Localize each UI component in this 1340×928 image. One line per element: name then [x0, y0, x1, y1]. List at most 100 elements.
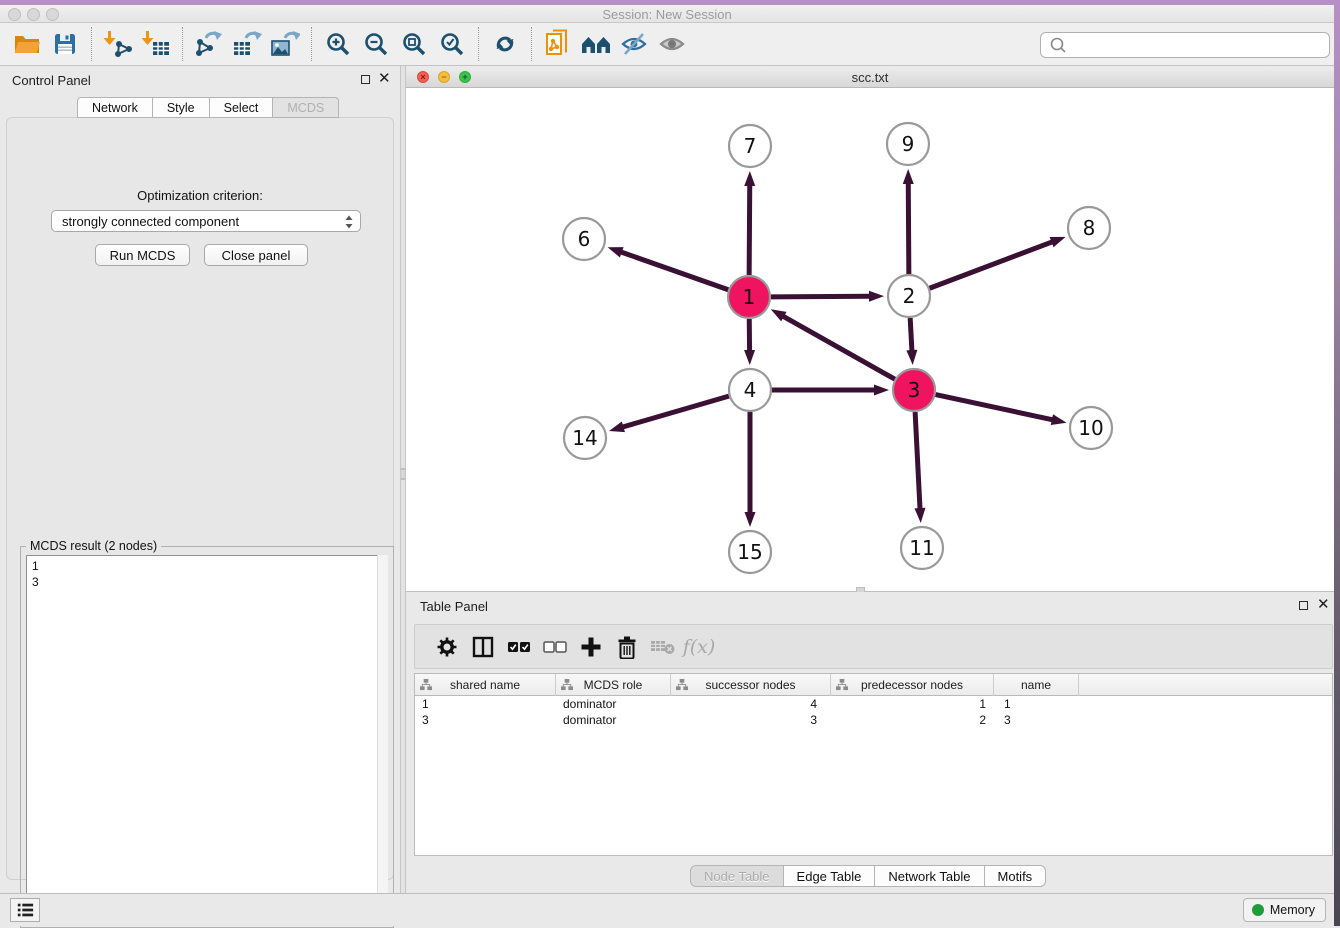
- node-label: 7: [744, 134, 757, 158]
- tab-network-table[interactable]: Network Table: [875, 865, 984, 887]
- graph-edge-1-7[interactable]: [749, 184, 750, 275]
- splitter-grip[interactable]: [401, 468, 405, 480]
- export-network-button[interactable]: [190, 26, 228, 62]
- zoom-in-button[interactable]: [319, 26, 357, 62]
- column-header-name[interactable]: name: [994, 674, 1079, 696]
- tab-node-table[interactable]: Node Table: [690, 865, 784, 887]
- graph-node-14[interactable]: 14: [564, 417, 606, 459]
- cell-shared-name[interactable]: 1: [415, 696, 556, 712]
- node-label: 1: [743, 285, 756, 309]
- network-graph[interactable]: 7 9 6 8 1 2 4 3 14 10 15 11: [406, 88, 1334, 592]
- show-columns-button[interactable]: [465, 630, 501, 664]
- table-settings-button[interactable]: [429, 630, 465, 664]
- column-header-shared-name[interactable]: shared name: [415, 674, 556, 696]
- graph-edge-1-6[interactable]: [620, 252, 728, 290]
- cell-predecessor-nodes[interactable]: 1: [831, 696, 994, 712]
- graph-node-6[interactable]: 6: [563, 218, 605, 260]
- cell-name[interactable]: 1: [994, 696, 1079, 712]
- tab-style[interactable]: Style: [153, 97, 210, 118]
- graph-node-8[interactable]: 8: [1068, 207, 1110, 249]
- cell-shared-name[interactable]: 3: [415, 712, 556, 728]
- graph-node-10[interactable]: 10: [1070, 407, 1112, 449]
- graph-edge-3-10[interactable]: [936, 395, 1054, 420]
- cell-name[interactable]: 3: [994, 712, 1079, 728]
- houses-icon: [580, 32, 612, 56]
- close-panel-icon[interactable]: ✕: [378, 70, 391, 88]
- task-history-button[interactable]: [10, 898, 40, 922]
- table-panel: Table Panel ✕: [406, 592, 1334, 893]
- tab-motifs[interactable]: Motifs: [985, 865, 1047, 887]
- graph-edge-3-11[interactable]: [915, 412, 920, 510]
- tab-network[interactable]: Network: [77, 97, 153, 118]
- hide-selected-button[interactable]: [615, 26, 653, 62]
- table-tabs: Node Table Edge Table Network Table Moti…: [690, 865, 1046, 887]
- graph-edge-3-1[interactable]: [782, 316, 895, 380]
- cell-predecessor-nodes[interactable]: 2: [831, 712, 994, 728]
- graph-node-15[interactable]: 15: [729, 531, 771, 573]
- import-table-button[interactable]: [137, 26, 175, 62]
- graph-node-9[interactable]: 9: [887, 123, 929, 165]
- tab-edge-table[interactable]: Edge Table: [784, 865, 876, 887]
- unselect-all-button[interactable]: [537, 630, 573, 664]
- tab-select[interactable]: Select: [210, 97, 274, 118]
- memory-button[interactable]: Memory: [1243, 898, 1326, 922]
- graph-edge-arrow: [744, 350, 755, 365]
- search-input[interactable]: [1071, 35, 1329, 55]
- search-field[interactable]: [1040, 32, 1330, 58]
- cell-mcds-role[interactable]: dominator: [556, 696, 671, 712]
- close-panel-button[interactable]: Close panel: [204, 244, 308, 266]
- graph-node-2[interactable]: 2: [888, 275, 930, 317]
- graph-node-4[interactable]: 4: [729, 369, 771, 411]
- zoom-fit-button[interactable]: [395, 26, 433, 62]
- tree-icon: [561, 679, 573, 691]
- cell-mcds-role[interactable]: dominator: [556, 712, 671, 728]
- run-mcds-button[interactable]: Run MCDS: [95, 244, 190, 266]
- tab-mcds[interactable]: MCDS: [273, 97, 339, 118]
- table-row[interactable]: 3 dominator 3 2 3: [415, 712, 1332, 728]
- open-file-button[interactable]: [8, 26, 46, 62]
- graph-node-3[interactable]: 3: [893, 369, 935, 411]
- zoom-selected-button[interactable]: [433, 26, 471, 62]
- export-image-button[interactable]: [266, 26, 304, 62]
- result-scrollbar[interactable]: [377, 555, 388, 921]
- graph-node-11[interactable]: 11: [901, 527, 943, 569]
- column-header-mcds-role[interactable]: MCDS role: [556, 674, 671, 696]
- graph-edge-2-8[interactable]: [930, 241, 1054, 288]
- cell-successor-nodes[interactable]: 4: [671, 696, 831, 712]
- clone-network-button[interactable]: [539, 26, 577, 62]
- graph-node-7[interactable]: 7: [729, 125, 771, 167]
- cell-successor-nodes[interactable]: 3: [671, 712, 831, 728]
- network-canvas[interactable]: 7 9 6 8 1 2 4 3 14 10 15 11: [406, 88, 1334, 592]
- column-header-successor-nodes[interactable]: successor nodes: [671, 674, 831, 696]
- float-panel-icon[interactable]: [361, 75, 370, 84]
- eye-slash-icon: [620, 31, 648, 57]
- add-row-button[interactable]: [573, 630, 609, 664]
- graph-edge-2-3[interactable]: [910, 318, 912, 352]
- search-icon: [1047, 36, 1071, 54]
- save-session-button[interactable]: [46, 26, 84, 62]
- zoom-out-button[interactable]: [357, 26, 395, 62]
- show-all-button[interactable]: [653, 26, 691, 62]
- function-builder-button[interactable]: f(x): [681, 630, 717, 664]
- plus-icon: [579, 635, 603, 659]
- table-close-icon[interactable]: ✕: [1317, 596, 1330, 614]
- toolbar-separator: [182, 27, 183, 61]
- graph-edge-4-14[interactable]: [621, 396, 728, 427]
- delete-table-button[interactable]: [645, 630, 681, 664]
- graph-node-1[interactable]: 1: [728, 276, 770, 318]
- import-network-button[interactable]: [99, 26, 137, 62]
- mcds-result-text[interactable]: 1 3: [26, 555, 388, 921]
- delete-row-button[interactable]: [609, 630, 645, 664]
- table-row[interactable]: 1 dominator 4 1 1: [415, 696, 1332, 712]
- graph-edge-2-9[interactable]: [908, 182, 909, 274]
- graph-edge-1-2[interactable]: [771, 296, 871, 297]
- first-neighbors-button[interactable]: [577, 26, 615, 62]
- optimization-criterion-select[interactable]: strongly connected component: [51, 210, 361, 232]
- apply-layout-button[interactable]: [486, 26, 524, 62]
- table-float-icon[interactable]: [1299, 601, 1308, 610]
- column-header-predecessor-nodes[interactable]: predecessor nodes: [831, 674, 994, 696]
- select-all-button[interactable]: [501, 630, 537, 664]
- export-table-button[interactable]: [228, 26, 266, 62]
- control-panel-header: Control Panel ✕: [0, 66, 400, 94]
- network-window-titlebar[interactable]: × − + scc.txt: [406, 66, 1334, 88]
